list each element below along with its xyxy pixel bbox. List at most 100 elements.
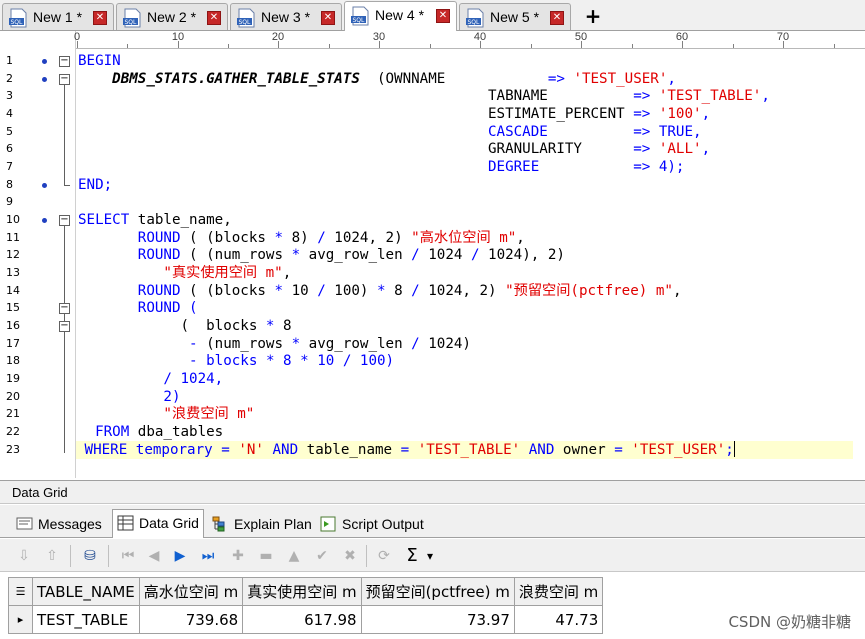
tab-new-5[interactable]: SQL New 5 * ✕ bbox=[459, 3, 571, 30]
previous-record-icon[interactable]: ◀ bbox=[144, 546, 164, 566]
code-line-20: 2) bbox=[78, 389, 181, 405]
tab-new-2[interactable]: SQL New 2 * ✕ bbox=[116, 3, 228, 30]
close-icon[interactable]: ✕ bbox=[436, 9, 450, 23]
line-number: 18 bbox=[6, 354, 20, 367]
next-record-icon[interactable]: ▶ bbox=[170, 546, 190, 566]
fold-toggle-icon[interactable]: − bbox=[59, 321, 70, 332]
code-line-13: "真实使用空间 m", bbox=[163, 265, 292, 281]
table-row[interactable]: ▸ TEST_TABLE 739.68 617.98 73.97 47.73 bbox=[8, 605, 604, 634]
close-icon[interactable]: ✕ bbox=[321, 11, 335, 25]
post-edit-icon[interactable]: ✔ bbox=[312, 546, 332, 566]
tab-explain-plan[interactable]: Explain Plan bbox=[208, 511, 312, 537]
svg-text:SQL: SQL bbox=[125, 19, 138, 26]
code-line-19: / 1024, bbox=[163, 371, 224, 387]
tab-new-1[interactable]: SQL New 1 * ✕ bbox=[2, 3, 114, 30]
sigma-icon[interactable]: Σ bbox=[402, 546, 422, 566]
line-number: 9 bbox=[6, 195, 13, 208]
line-number: 10 bbox=[6, 213, 20, 226]
close-icon[interactable]: ✕ bbox=[93, 11, 107, 25]
table-cell[interactable]: 73.97 bbox=[360, 605, 515, 634]
fold-guide bbox=[64, 185, 70, 186]
tab-label: Messages bbox=[38, 516, 102, 532]
code-line-6: GRANULARITY => 'ALL', bbox=[488, 141, 711, 157]
svg-text:SQL: SQL bbox=[239, 19, 252, 26]
close-icon[interactable]: ✕ bbox=[207, 11, 221, 25]
tab-label: Data Grid bbox=[139, 515, 199, 531]
first-record-icon[interactable]: ⏮ bbox=[118, 546, 138, 566]
fold-toggle-icon[interactable]: − bbox=[59, 74, 70, 85]
panel-title: Data Grid bbox=[0, 480, 865, 504]
insert-record-icon[interactable]: ✚ bbox=[228, 546, 248, 566]
svg-text:SQL: SQL bbox=[468, 19, 481, 26]
chevron-down-icon[interactable]: ▾ bbox=[424, 546, 436, 566]
fold-toggle-icon[interactable]: − bbox=[59, 303, 70, 314]
code-area[interactable]: BEGIN DBMS_STATS.GATHER_TABLE_STATS (OWN… bbox=[76, 31, 865, 478]
sql-file-icon: SQL bbox=[466, 8, 484, 28]
code-line-8: END; bbox=[78, 177, 113, 193]
sql-editor[interactable]: 1 2 3 4 5 6 7 8 9 10 11 12 13 14 15 16 1… bbox=[0, 31, 865, 478]
toolbar-separator bbox=[366, 545, 367, 567]
tab-script-output[interactable]: Script Output bbox=[316, 511, 434, 537]
code-line-22: FROM dba_tables bbox=[95, 424, 224, 440]
output-tab-strip: Messages Data Grid Explain Plan Script O… bbox=[0, 505, 865, 538]
code-line-11: ROUND ( (blocks * 8) / 1024, 2) "高水位空间 m… bbox=[137, 230, 525, 246]
line-number: 15 bbox=[6, 301, 20, 314]
code-line-14: ROUND ( (blocks * 10 / 100) * 8 / 1024, … bbox=[137, 283, 682, 299]
grid-corner-icon[interactable]: ☰ bbox=[8, 577, 33, 606]
delete-record-icon[interactable]: ▬ bbox=[256, 546, 276, 566]
code-line-2: DBMS_STATS.GATHER_TABLE_STATS (OWNNAME =… bbox=[112, 71, 676, 87]
table-cell[interactable]: TEST_TABLE bbox=[32, 605, 140, 634]
line-number: 12 bbox=[6, 248, 20, 261]
column-header[interactable]: TABLE_NAME bbox=[32, 577, 140, 606]
statement-marker-icon bbox=[42, 183, 47, 188]
edit-record-icon[interactable]: ▲ bbox=[284, 546, 304, 566]
line-number: 17 bbox=[6, 337, 20, 350]
text-caret bbox=[733, 441, 735, 457]
svg-text:SQL: SQL bbox=[353, 17, 366, 24]
svg-text:SQL: SQL bbox=[11, 19, 24, 26]
refresh-icon[interactable]: ⟳ bbox=[374, 546, 394, 566]
table-cell[interactable]: 739.68 bbox=[138, 605, 244, 634]
table-cell[interactable]: 617.98 bbox=[242, 605, 362, 634]
line-number: 16 bbox=[6, 319, 20, 332]
tab-label: New 2 * bbox=[147, 9, 197, 25]
tab-label: New 4 * bbox=[375, 7, 425, 23]
line-number: 23 bbox=[6, 443, 20, 456]
code-line-17: - (num_rows * avg_row_len / 1024) bbox=[189, 336, 471, 352]
last-record-icon[interactable]: ⏭ bbox=[198, 546, 218, 566]
code-line-21: "浪费空间 m" bbox=[163, 406, 255, 422]
tab-label: Script Output bbox=[342, 516, 424, 532]
code-line-3: TABNAME => 'TEST_TABLE', bbox=[488, 88, 770, 104]
statement-marker-icon bbox=[42, 59, 47, 64]
code-line-18: - blocks * 8 * 10 / 100) bbox=[189, 353, 395, 369]
editor-tab-strip: SQL New 1 * ✕ SQL New 2 * ✕ SQL New 3 * … bbox=[0, 0, 865, 31]
sql-file-icon: SQL bbox=[237, 8, 255, 28]
fold-toggle-icon[interactable]: − bbox=[59, 215, 70, 226]
new-tab-button[interactable]: + bbox=[581, 4, 605, 28]
tab-label: New 1 * bbox=[33, 9, 83, 25]
column-header[interactable]: 浪费空间 m bbox=[513, 577, 604, 606]
grid-toolbar: ⇩ ⇧ ⛁ ⏮ ◀ ▶ ⏭ ✚ ▬ ▲ ✔ ✖ ⟳ Σ ▾ bbox=[0, 539, 865, 572]
column-header[interactable]: 真实使用空间 m bbox=[242, 577, 362, 606]
cancel-edit-icon[interactable]: ✖ bbox=[340, 546, 360, 566]
code-line-23-current: WHERE temporary = 'N' AND table_name = '… bbox=[76, 441, 853, 459]
tab-data-grid[interactable]: Data Grid bbox=[112, 509, 204, 538]
line-number: 4 bbox=[6, 107, 13, 120]
import-icon[interactable]: ⇧ bbox=[42, 546, 62, 566]
fold-guide bbox=[64, 85, 65, 185]
tab-label: New 3 * bbox=[261, 9, 311, 25]
fold-toggle-icon[interactable]: − bbox=[59, 56, 70, 67]
watermark: CSDN @奶糖非糖 bbox=[728, 613, 851, 631]
table-cell[interactable]: 47.73 bbox=[513, 605, 604, 634]
close-icon[interactable]: ✕ bbox=[550, 11, 564, 25]
column-header[interactable]: 高水位空间 m bbox=[138, 577, 244, 606]
tab-new-4[interactable]: SQL New 4 * ✕ bbox=[344, 1, 457, 31]
toolbar-separator bbox=[70, 545, 71, 567]
tab-messages[interactable]: Messages bbox=[12, 511, 108, 537]
line-number: 19 bbox=[6, 372, 20, 385]
code-line-15: ROUND ( bbox=[137, 300, 198, 316]
column-header[interactable]: 预留空间(pctfree) m bbox=[360, 577, 515, 606]
tab-new-3[interactable]: SQL New 3 * ✕ bbox=[230, 3, 342, 30]
fetch-records-icon[interactable]: ⛁ bbox=[80, 546, 100, 566]
export-icon[interactable]: ⇩ bbox=[14, 546, 34, 566]
